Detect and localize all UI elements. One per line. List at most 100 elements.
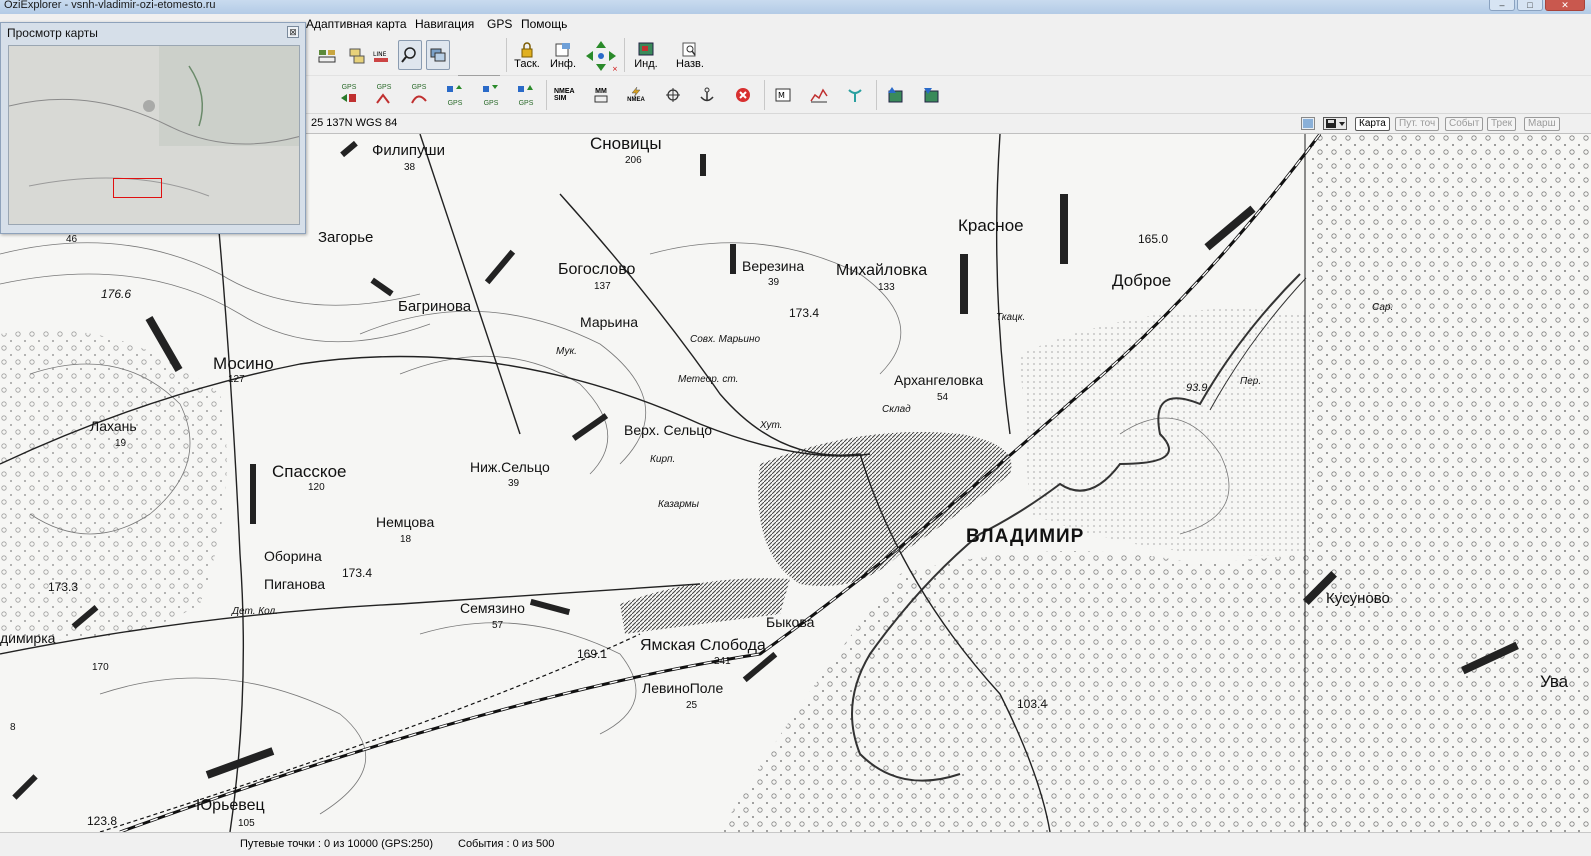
place-label: Дет. Кол. (232, 606, 278, 617)
gps-label: GPS (447, 99, 463, 107)
nmea-sim-button[interactable]: NMEA SIM (554, 84, 580, 106)
map-export-button[interactable] (920, 84, 942, 106)
toolbar-separator (876, 80, 877, 110)
picture-icon (1303, 119, 1313, 128)
waypoints-count: Путевые точки : 0 из 10000 (GPS:250) (240, 838, 434, 850)
gps-button-2[interactable]: GPS (373, 82, 395, 108)
menu-navigation[interactable]: Навигация (415, 17, 474, 31)
stop-icon (736, 88, 750, 102)
info-button[interactable]: Инф. (548, 38, 578, 74)
magnifier-icon (401, 47, 416, 63)
place-label: Спасское (272, 462, 347, 481)
move-map-button[interactable]: × (583, 38, 619, 74)
menu-adaptive-map[interactable]: Адаптивная карта (306, 17, 407, 31)
chart-icon (810, 88, 828, 103)
show-map-button[interactable] (316, 38, 338, 74)
zoom-tool-button[interactable] (398, 40, 422, 70)
elevation-label: 25 (686, 700, 698, 711)
place-label: Мосино (213, 354, 274, 373)
window-tool-button[interactable] (426, 40, 450, 70)
ind-label: Инд. (634, 58, 658, 70)
elevation-label: 8 (10, 722, 16, 733)
name-search-button[interactable]: Назв. (672, 38, 708, 74)
mode-events-button[interactable]: Событ (1445, 117, 1484, 131)
gps-button-5[interactable]: GPS (480, 82, 502, 108)
anchor-button[interactable] (696, 84, 718, 106)
map-linework (0, 134, 1591, 832)
elevation-label: 133 (878, 282, 895, 293)
profile-button[interactable] (808, 84, 830, 106)
elevation-label: 173.4 (342, 566, 373, 580)
name-label: Назв. (676, 58, 704, 70)
close-button[interactable]: ✕ (1545, 0, 1585, 11)
mode-route-button[interactable]: Марш (1524, 117, 1560, 131)
lock-icon (521, 42, 533, 58)
overview-thumbnail[interactable] (8, 45, 300, 225)
map-overview-window[interactable]: Просмотр карты ⊠ (0, 22, 306, 234)
map-import-button[interactable] (884, 84, 906, 106)
measure-button[interactable]: M (772, 84, 794, 106)
elevation-label: 105 (238, 818, 255, 829)
nmea-label: NMEA (627, 97, 645, 103)
elevation-label: 39 (768, 277, 780, 288)
place-label: димирка (0, 630, 56, 646)
screen-capture-button[interactable] (1301, 117, 1315, 130)
minimize-button[interactable]: – (1489, 0, 1515, 11)
place-label: Сар. (1372, 302, 1394, 313)
window-controls: – □ ✕ (1489, 0, 1585, 11)
nmea-button[interactable]: NMEA (624, 84, 648, 106)
svg-text:×: × (612, 65, 618, 73)
info-icon (555, 43, 570, 57)
moving-map-button[interactable]: MM (590, 84, 612, 106)
place-label: Пер. (1240, 376, 1262, 387)
gps-button-3[interactable]: GPS (408, 82, 430, 108)
map-up-icon (888, 87, 903, 103)
map-list-button[interactable] (346, 38, 368, 74)
crosshair-icon (666, 88, 680, 102)
place-label: Верезина (742, 258, 805, 274)
maximize-button[interactable]: □ (1517, 0, 1543, 11)
signal-button[interactable] (844, 84, 866, 106)
menu-help[interactable]: Помощь (521, 17, 567, 31)
gps-button-6[interactable]: GPS (515, 82, 537, 108)
map-canvas[interactable]: Филипуши 38 Сновицы 206 Загорье Богослов… (0, 134, 1591, 832)
elevation-label: 54 (937, 392, 949, 403)
elevation-label: 123.8 (87, 814, 118, 828)
anchor-icon (700, 87, 714, 102)
map-stack-icon (349, 48, 365, 64)
overview-map-image (9, 46, 299, 224)
mode-map-button[interactable]: Карта (1355, 117, 1390, 131)
elevation-label: 93.9 (1186, 382, 1208, 394)
line-tool-button[interactable]: LINE (370, 38, 392, 74)
gps-track-icon (411, 95, 427, 103)
menu-gps[interactable]: GPS (487, 17, 512, 31)
gps-label: GPS (483, 99, 499, 107)
task-button[interactable]: Таск. (510, 38, 544, 74)
place-label: Пиганова (264, 576, 326, 592)
gps-button-4[interactable]: GPS (444, 82, 466, 108)
overview-title: Просмотр карты (7, 26, 98, 40)
mode-waypoints-button[interactable]: Пут. точ (1395, 117, 1440, 131)
measure-icon: M (775, 88, 791, 102)
place-label: Марьина (580, 314, 639, 330)
center-gps-button[interactable] (662, 84, 684, 106)
elevation-label: 46 (66, 234, 78, 245)
place-label: Ува (1540, 672, 1569, 691)
windows-icon (430, 48, 446, 62)
mode-track-button[interactable]: Трек (1487, 117, 1517, 131)
elevation-label: 173.4 (789, 306, 820, 320)
gps-button-1[interactable]: GPS (338, 82, 360, 108)
index-button[interactable]: Инд. (630, 38, 662, 74)
elevation-label: 206 (625, 155, 642, 166)
window-title: OziExplorer - vsnh-vladimir-ozi-etomesto… (4, 0, 216, 11)
save-icon (1326, 119, 1345, 128)
save-dropdown-button[interactable] (1323, 117, 1347, 130)
place-label: Склад (882, 404, 911, 415)
upload-track-icon (518, 84, 533, 92)
toolbar-separator (624, 38, 625, 72)
elevation-label: 169.1 (577, 647, 608, 661)
city-label: ВЛАДИМИР (966, 526, 1085, 547)
stop-button[interactable] (732, 84, 754, 106)
viewport-indicator[interactable] (113, 178, 162, 198)
overview-close-button[interactable]: ⊠ (287, 26, 299, 38)
